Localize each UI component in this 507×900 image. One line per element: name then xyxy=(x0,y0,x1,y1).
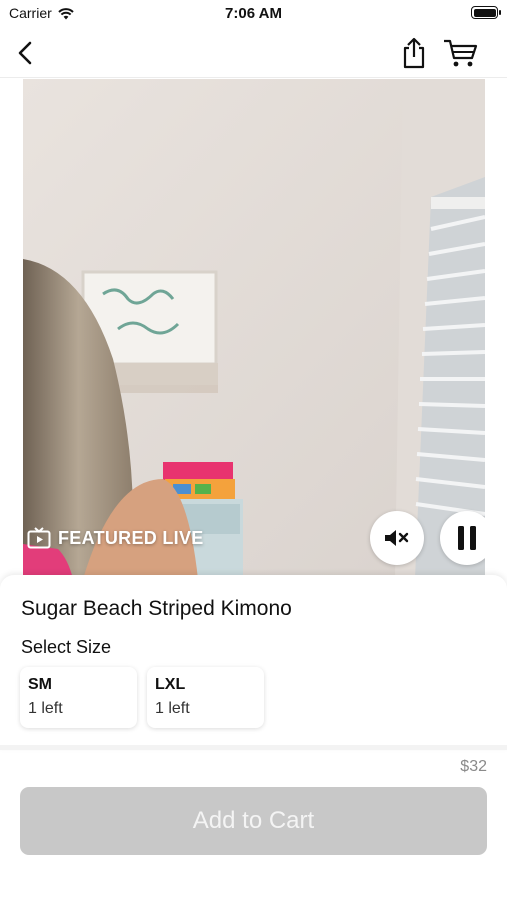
back-button[interactable] xyxy=(10,38,40,68)
chevron-left-icon xyxy=(18,41,32,65)
pause-icon xyxy=(458,526,476,550)
divider xyxy=(0,745,507,750)
featured-live-label: FEATURED LIVE xyxy=(27,527,204,549)
product-title: Sugar Beach Striped Kimono xyxy=(21,597,292,620)
speaker-mute-icon xyxy=(385,530,409,546)
size-option-sm[interactable]: SM 1 left xyxy=(20,667,137,728)
size-name: LXL xyxy=(155,676,186,693)
size-stock: 1 left xyxy=(28,700,63,717)
size-option-lxl[interactable]: LXL 1 left xyxy=(147,667,264,728)
featured-live-text: FEATURED LIVE xyxy=(58,527,204,548)
add-to-cart-button[interactable]: Add to Cart xyxy=(20,787,487,855)
product-price: $32 xyxy=(460,758,487,775)
pause-button[interactable] xyxy=(440,511,485,565)
cart-button[interactable] xyxy=(441,36,481,70)
size-stock: 1 left xyxy=(155,700,190,717)
tv-play-icon xyxy=(27,527,51,549)
status-bar: Carrier 7:06 AM xyxy=(0,0,507,28)
clock: 7:06 AM xyxy=(225,5,282,22)
battery-icon xyxy=(471,6,501,19)
product-sheet: Sugar Beach Striped Kimono Select Size S… xyxy=(0,575,507,750)
share-icon xyxy=(403,37,425,69)
live-video-player[interactable]: FEATURED LIVE xyxy=(23,79,485,579)
mute-button[interactable] xyxy=(370,511,424,565)
video-frame xyxy=(23,79,485,579)
cart-icon xyxy=(444,39,478,67)
select-size-label: Select Size xyxy=(21,637,112,657)
navigation-bar xyxy=(0,28,507,78)
share-button[interactable] xyxy=(399,36,429,70)
size-name: SM xyxy=(28,676,52,693)
